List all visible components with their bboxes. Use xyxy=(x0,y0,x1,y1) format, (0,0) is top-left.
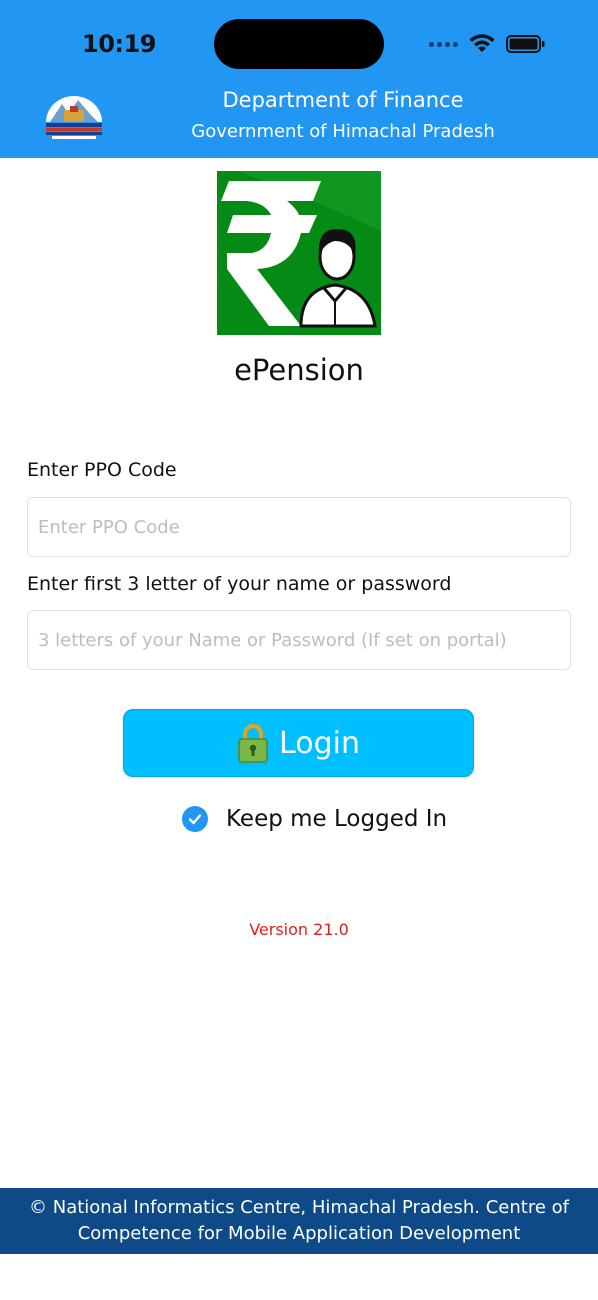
name-password-label: Enter first 3 letter of your name or pas… xyxy=(27,573,452,595)
ppo-code-input[interactable] xyxy=(27,497,571,557)
epension-logo xyxy=(217,171,381,335)
dynamic-island xyxy=(214,19,384,69)
keep-logged-in-row[interactable]: Keep me Logged In xyxy=(182,806,447,832)
rupee-pensioner-icon xyxy=(221,171,381,328)
ppo-code-label: Enter PPO Code xyxy=(27,459,177,481)
checkmark-icon xyxy=(188,814,202,825)
himachal-emblem-icon xyxy=(46,96,102,139)
wifi-icon xyxy=(469,34,495,52)
name-password-input[interactable] xyxy=(27,610,571,670)
cellular-signal-icon xyxy=(429,41,458,47)
app-header: 10:19 Department of Finance Government o… xyxy=(0,0,598,158)
department-subtitle: Government of Himachal Pradesh xyxy=(191,121,495,142)
battery-icon xyxy=(506,35,545,53)
keep-logged-in-checkbox[interactable] xyxy=(182,806,208,832)
login-button-label: Login xyxy=(279,725,360,761)
login-button[interactable]: Login xyxy=(123,709,474,777)
department-title: Department of Finance xyxy=(222,88,464,112)
status-time: 10:19 xyxy=(82,30,156,58)
app-name: ePension xyxy=(234,353,364,387)
keep-logged-in-label: Keep me Logged In xyxy=(226,806,448,832)
footer-copyright: © National Informatics Centre, Himachal … xyxy=(0,1188,598,1254)
padlock-icon xyxy=(238,724,268,763)
status-icons xyxy=(429,32,546,56)
version-text: Version 21.0 xyxy=(249,920,349,939)
